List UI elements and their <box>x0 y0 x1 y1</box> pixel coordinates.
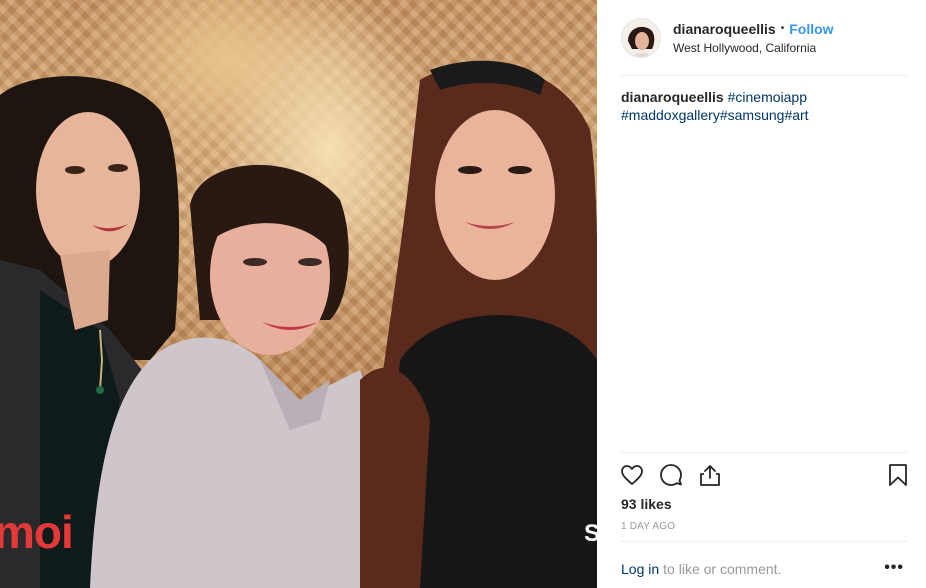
hashtag-link[interactable]: #samsung <box>720 107 785 123</box>
username-link[interactable]: dianaroqueellis <box>673 20 776 38</box>
hashtag-link[interactable]: #cinemoiapp <box>728 89 807 105</box>
header-divider <box>621 75 908 76</box>
location-link[interactable]: West Hollywood, California <box>673 40 834 56</box>
share-icon[interactable] <box>697 462 723 488</box>
login-link[interactable]: Log in <box>621 561 659 577</box>
hashtag-link[interactable]: #maddoxgallery <box>621 107 720 123</box>
post-timestamp[interactable]: 1 DAY AGO <box>621 521 675 532</box>
caption-username-link[interactable]: dianaroqueellis <box>621 89 724 105</box>
photo-illustration <box>0 60 597 588</box>
post-photo[interactable]: moi S <box>0 0 597 588</box>
bookmark-icon[interactable] <box>885 462 911 488</box>
follow-button[interactable]: Follow <box>789 20 833 38</box>
post-details-panel: dianaroqueellis • Follow West Hollywood,… <box>597 0 926 588</box>
separator-dot: • <box>780 23 785 34</box>
action-bar <box>619 462 911 490</box>
actions-divider <box>621 452 908 453</box>
watermark-left: moi <box>0 506 74 558</box>
more-options-icon[interactable]: ••• <box>884 559 904 577</box>
comment-divider <box>621 541 908 542</box>
avatar[interactable] <box>621 18 661 58</box>
hashtag-link[interactable]: #art <box>784 107 808 123</box>
comment-bar: Log in to like or comment. ••• <box>621 559 908 577</box>
post-caption: dianaroqueellis #cinemoiapp #maddoxgalle… <box>621 88 911 124</box>
heart-icon[interactable] <box>619 462 645 488</box>
post-header: dianaroqueellis • Follow West Hollywood,… <box>621 15 908 61</box>
login-prompt-text: to like or comment. <box>663 561 782 577</box>
likes-count[interactable]: 93 likes <box>621 496 672 512</box>
watermark-right: S <box>584 520 597 547</box>
comment-icon[interactable] <box>658 462 684 488</box>
